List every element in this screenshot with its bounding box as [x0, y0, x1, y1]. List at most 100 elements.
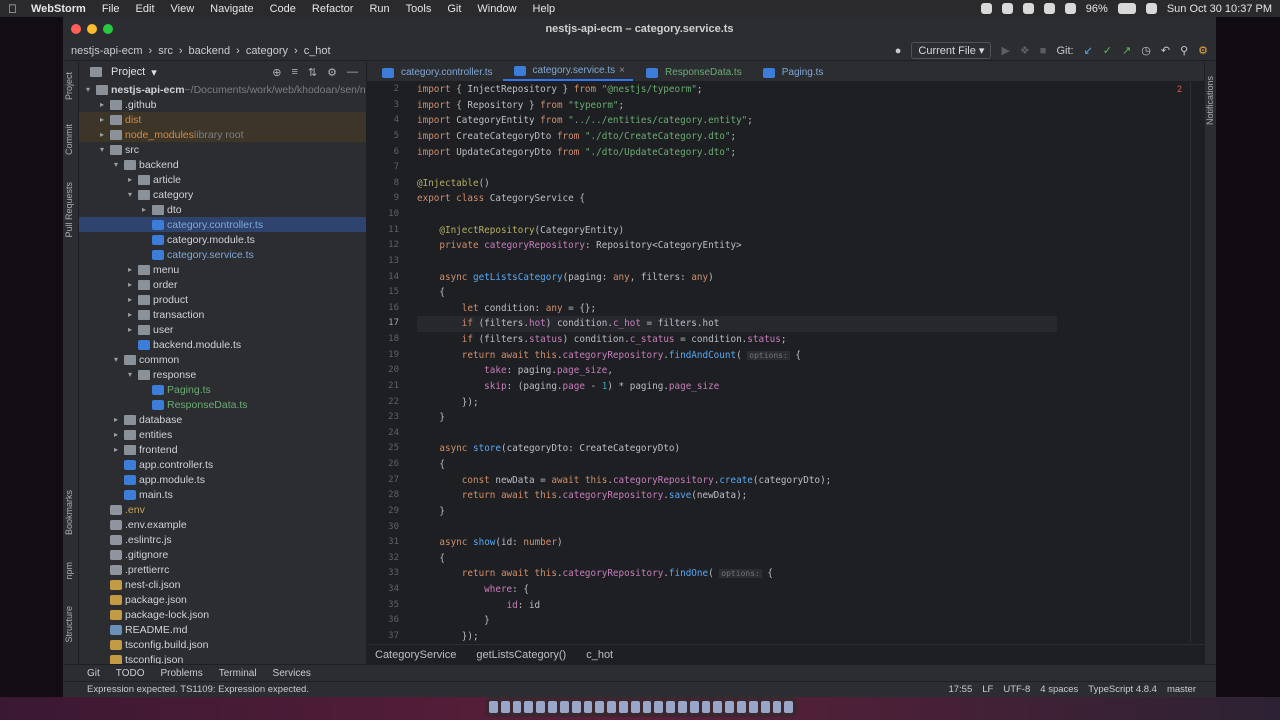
tab-responsedata-ts[interactable]: ResponseData.ts: [635, 64, 750, 81]
tree-item[interactable]: package.json: [79, 592, 366, 607]
minimize-window-button[interactable]: [87, 24, 97, 34]
tree-item[interactable]: ▸ .github: [79, 97, 366, 112]
chevron-icon[interactable]: ▾: [83, 85, 93, 94]
close-icon[interactable]: ×: [619, 65, 625, 76]
menu-window[interactable]: Window: [477, 3, 516, 15]
control-center-icon[interactable]: [1145, 3, 1157, 14]
tree-item[interactable]: ▸ entities: [79, 427, 366, 442]
breadcrumb-item[interactable]: c_hot: [304, 45, 331, 57]
code-line[interactable]: take: paging.page_size,: [417, 363, 1057, 379]
code-line[interactable]: [417, 160, 1057, 176]
code-line[interactable]: import CreateCategoryDto from "./dto/Cre…: [417, 129, 1057, 145]
tree-item[interactable]: ▸ dist: [79, 112, 366, 127]
chevron-icon[interactable]: ▸: [125, 175, 135, 184]
tool-bookmarks[interactable]: Bookmarks: [64, 490, 74, 535]
code-line[interactable]: [417, 254, 1057, 270]
git-commit-icon[interactable]: ✓: [1103, 44, 1112, 57]
user-icon[interactable]: ●: [895, 45, 902, 57]
tool-npm[interactable]: npm: [64, 562, 74, 580]
code-line[interactable]: if (filters.status) condition.c_status =…: [417, 332, 1057, 348]
tree-item[interactable]: README.md: [79, 622, 366, 637]
code-line[interactable]: [417, 426, 1057, 442]
code-line[interactable]: return await this.categoryRepository.fin…: [417, 566, 1057, 582]
tool-structure[interactable]: Structure: [64, 606, 74, 643]
tree-item[interactable]: .env.example: [79, 517, 366, 532]
code-line[interactable]: return await this.categoryRepository.fin…: [417, 348, 1057, 364]
code-line[interactable]: });: [417, 395, 1057, 411]
git-push-icon[interactable]: ↗: [1122, 44, 1131, 57]
maximize-window-button[interactable]: [103, 24, 113, 34]
chevron-icon[interactable]: ▸: [125, 325, 135, 334]
chevron-icon[interactable]: ▸: [97, 130, 107, 139]
dock-app-icon[interactable]: [725, 701, 735, 713]
dock-app-icon[interactable]: [654, 701, 664, 713]
chevron-icon[interactable]: ▸: [125, 310, 135, 319]
caret-position[interactable]: 17:55: [948, 684, 972, 695]
tree-item[interactable]: ▸ dto: [79, 202, 366, 217]
search-icon[interactable]: ⚲: [1180, 44, 1188, 57]
breadcrumb-item[interactable]: src: [158, 45, 173, 57]
tree-item[interactable]: ▾ common: [79, 352, 366, 367]
code-line[interactable]: @Injectable(): [417, 176, 1057, 192]
code-line[interactable]: export class CategoryService {: [417, 191, 1057, 207]
tree-item[interactable]: ▸ node_modules library root: [79, 127, 366, 142]
dock-app-icon[interactable]: [689, 701, 699, 713]
rollback-icon[interactable]: ↶: [1161, 44, 1170, 57]
menu-git[interactable]: Git: [447, 3, 461, 15]
menu-code[interactable]: Code: [270, 3, 296, 15]
dock-app-icon[interactable]: [583, 701, 593, 713]
breadcrumb-item[interactable]: nestjs-api-ecm: [71, 45, 143, 57]
chevron-icon[interactable]: ▾: [111, 160, 121, 169]
locate-icon[interactable]: ⊕: [272, 66, 281, 79]
tool-pull-requests[interactable]: Pull Requests: [64, 182, 74, 238]
chevron-icon[interactable]: ▸: [97, 100, 107, 109]
menu-view[interactable]: View: [171, 3, 195, 15]
tree-item[interactable]: category.service.ts: [79, 247, 366, 262]
dock-app-icon[interactable]: [701, 701, 711, 713]
chevron-icon[interactable]: ▸: [125, 295, 135, 304]
chevron-icon[interactable]: ▾: [111, 355, 121, 364]
tool-project[interactable]: Project: [64, 72, 74, 100]
menu-refactor[interactable]: Refactor: [312, 3, 354, 15]
tree-item[interactable]: ▸ user: [79, 322, 366, 337]
chevron-icon[interactable]: ▾: [97, 145, 107, 154]
dock-app-icon[interactable]: [772, 701, 782, 713]
tree-item[interactable]: ▸ transaction: [79, 307, 366, 322]
tree-item[interactable]: ▸ frontend: [79, 442, 366, 457]
hide-icon[interactable]: —: [347, 66, 358, 79]
code-line[interactable]: {: [417, 457, 1057, 473]
code-line[interactable]: import CategoryEntity from "../../entiti…: [417, 113, 1057, 129]
dock-app-icon[interactable]: [571, 701, 581, 713]
code-line[interactable]: skip: (paging.page - 1) * paging.page_si…: [417, 379, 1057, 395]
expand-icon[interactable]: ⇅: [308, 66, 317, 79]
code-line[interactable]: }: [417, 613, 1057, 629]
code-line[interactable]: async getListsCategory(paging: any, filt…: [417, 270, 1057, 286]
code-line[interactable]: async show(id: number): [417, 535, 1057, 551]
run-icon[interactable]: ▶: [1001, 44, 1009, 57]
tree-item[interactable]: .eslintrc.js: [79, 532, 366, 547]
menu-edit[interactable]: Edit: [136, 3, 155, 15]
battery-icon[interactable]: [1117, 3, 1136, 14]
tree-item[interactable]: category.controller.ts: [79, 217, 366, 232]
run-config-select[interactable]: Current File ▾: [911, 42, 992, 59]
menu-navigate[interactable]: Navigate: [210, 3, 253, 15]
dock-app-icon[interactable]: [784, 701, 794, 713]
code-line[interactable]: private categoryRepository: Repository<C…: [417, 238, 1057, 254]
tree-item[interactable]: category.module.ts: [79, 232, 366, 247]
code-area[interactable]: import { InjectRepository } from "@nestj…: [417, 82, 1057, 642]
tree-item[interactable]: tsconfig.json: [79, 652, 366, 664]
stop-icon[interactable]: ■: [1040, 45, 1047, 57]
line-separator[interactable]: LF: [982, 684, 993, 695]
dock-app-icon[interactable]: [666, 701, 675, 713]
dock-app-icon[interactable]: [642, 701, 652, 713]
tree-item[interactable]: .gitignore: [79, 547, 366, 562]
tree-item[interactable]: ▾ nestjs-api-ecm ~/Documents/work/web/kho…: [79, 82, 366, 97]
chevron-icon[interactable]: ▾: [125, 190, 135, 199]
code-breadcrumb-item[interactable]: c_hot: [586, 649, 613, 661]
menu-help[interactable]: Help: [533, 3, 556, 15]
tree-item[interactable]: app.module.ts: [79, 472, 366, 487]
dock-app-icon[interactable]: [500, 701, 510, 713]
project-title[interactable]: Project: [111, 66, 145, 78]
app-name[interactable]: WebStorm: [31, 3, 86, 15]
tab-paging-ts[interactable]: Paging.ts: [752, 64, 832, 81]
